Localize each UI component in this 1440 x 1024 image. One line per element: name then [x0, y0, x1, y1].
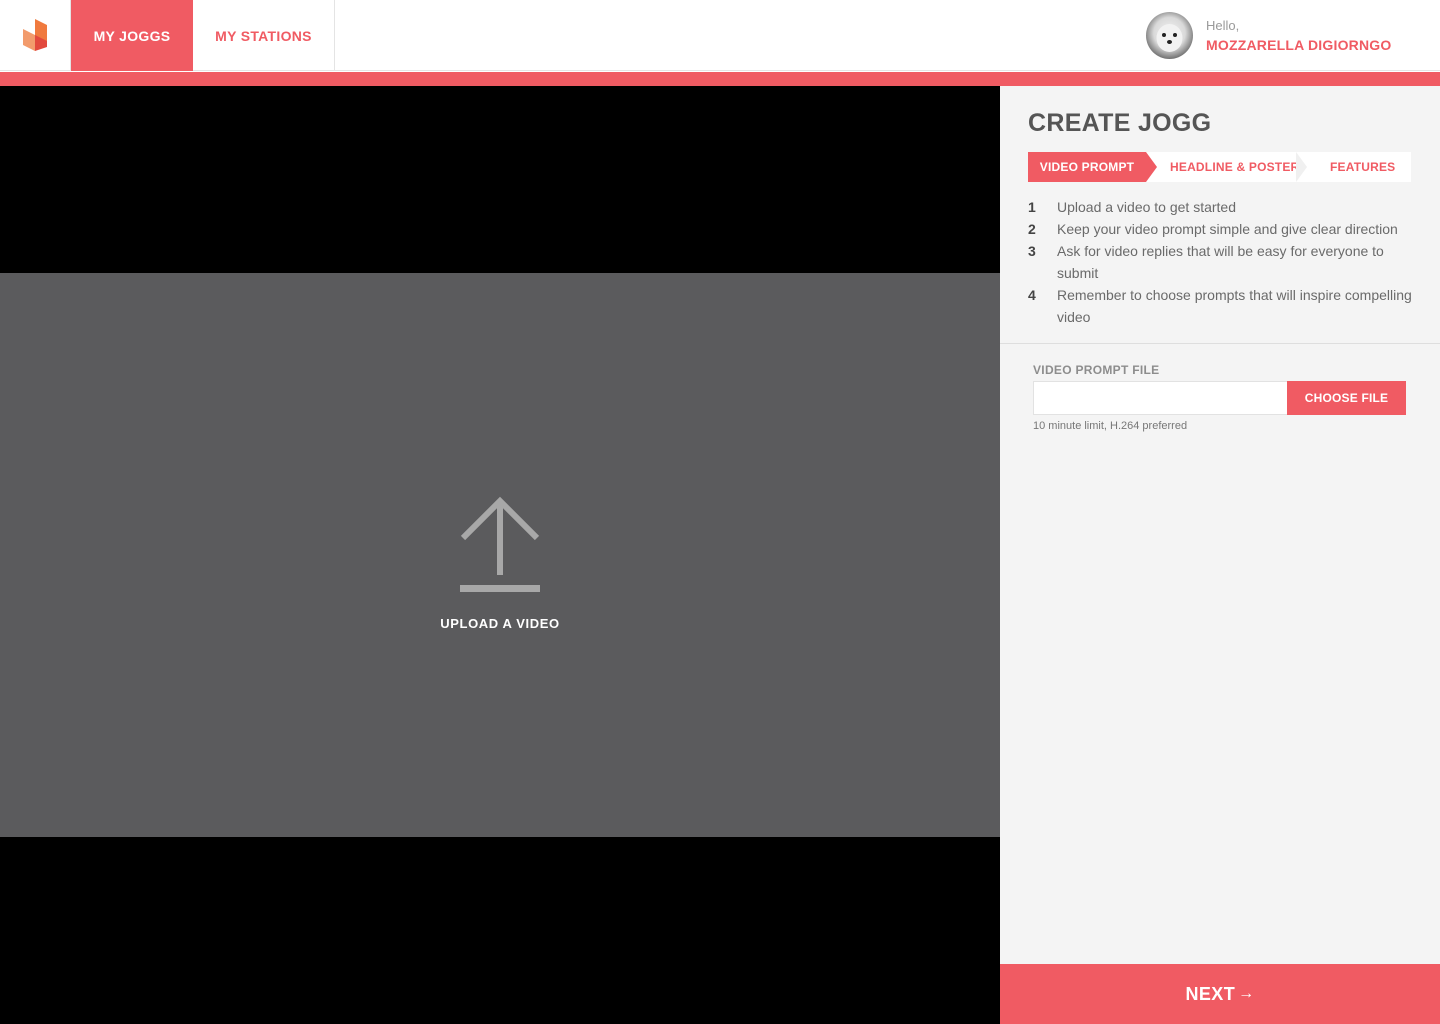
video-preview-area: UPLOAD A VIDEO — [0, 86, 1000, 1024]
top-header: MY JOGGS MY STATIONS Hello, MOZZARELLA D… — [0, 0, 1440, 71]
step-video-prompt[interactable]: VIDEO PROMPT — [1028, 152, 1146, 182]
list-item: 1 Upload a video to get started — [1028, 196, 1428, 218]
upload-label[interactable]: UPLOAD A VIDEO — [0, 616, 1000, 631]
next-button[interactable]: NEXT → — [1000, 964, 1440, 1024]
instruction-text: Remember to choose prompts that will ins… — [1057, 287, 1412, 325]
divider — [1000, 343, 1440, 344]
greeting-text: Hello, — [1206, 18, 1240, 33]
file-field-label: VIDEO PROMPT FILE — [1033, 363, 1160, 377]
instruction-number: 1 — [1028, 199, 1036, 215]
step-features[interactable]: FEATURES — [1330, 152, 1395, 182]
upload-arrow-icon[interactable] — [458, 495, 542, 602]
instruction-text: Ask for video replies that will be easy … — [1057, 243, 1384, 281]
create-jogg-panel: CREATE JOGG VIDEO PROMPT HEADLINE & POST… — [1000, 86, 1440, 964]
video-file-input[interactable] — [1033, 381, 1287, 415]
step-headline-poster[interactable]: HEADLINE & POSTER — [1170, 152, 1299, 182]
accent-bar — [0, 72, 1440, 86]
list-item: 2 Keep your video prompt simple and give… — [1028, 218, 1428, 240]
step-arrow-icon — [1146, 152, 1157, 182]
list-item: 3 Ask for video replies that will be eas… — [1028, 240, 1428, 284]
instructions-list: 1 Upload a video to get started 2 Keep y… — [1028, 196, 1428, 328]
file-hint-text: 10 minute limit, H.264 preferred — [1033, 420, 1188, 432]
tab-my-joggs[interactable]: MY JOGGS — [71, 0, 193, 71]
tab-my-stations[interactable]: MY STATIONS — [193, 0, 335, 71]
user-name[interactable]: MOZZARELLA DIGIORNGO — [1206, 37, 1391, 53]
choose-file-button[interactable]: CHOOSE FILE — [1287, 381, 1406, 415]
jogg-logo-icon[interactable] — [0, 0, 71, 71]
page-title: CREATE JOGG — [1028, 109, 1212, 137]
next-label: NEXT — [1185, 983, 1236, 1004]
step-tabs: VIDEO PROMPT HEADLINE & POSTER FEATURES — [1028, 152, 1411, 182]
instruction-number: 4 — [1028, 287, 1036, 303]
avatar[interactable] — [1146, 12, 1193, 59]
step-divider-icon — [1296, 152, 1307, 182]
arrow-right-icon: → — [1238, 985, 1255, 1002]
instruction-text: Upload a video to get started — [1057, 199, 1237, 215]
list-item: 4 Remember to choose prompts that will i… — [1028, 284, 1428, 328]
upload-dropzone[interactable]: UPLOAD A VIDEO — [0, 273, 1000, 837]
instruction-text: Keep your video prompt simple and give c… — [1057, 221, 1398, 237]
user-menu[interactable]: Hello, MOZZARELLA DIGIORNGO — [1140, 0, 1440, 71]
instruction-number: 2 — [1028, 221, 1036, 237]
instruction-number: 3 — [1028, 243, 1036, 259]
